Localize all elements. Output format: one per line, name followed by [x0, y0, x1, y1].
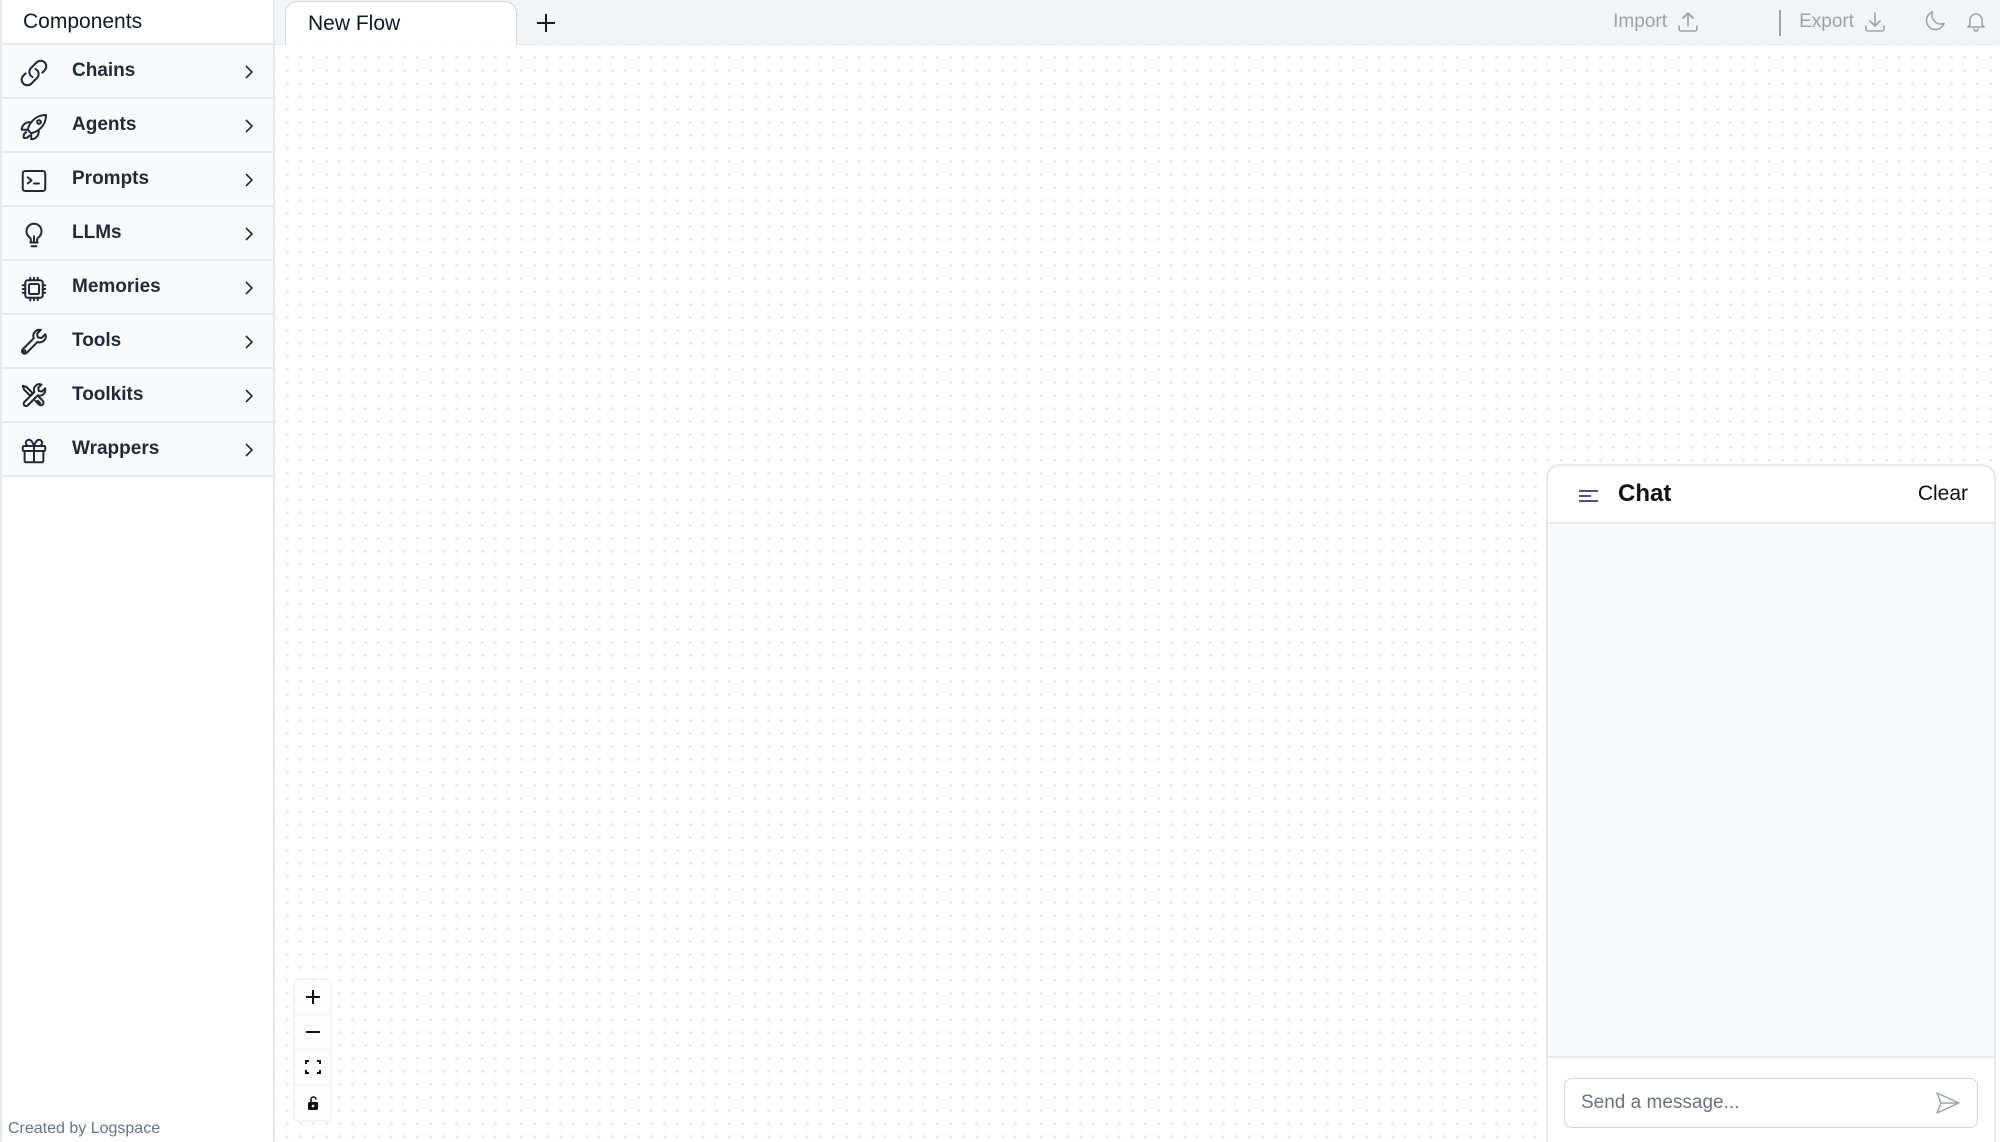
moon-icon: [1925, 11, 1945, 31]
chat-message-input[interactable]: [1564, 1078, 1978, 1128]
top-bar: New Flow Import Export: [275, 0, 2000, 45]
menu-icon[interactable]: [1578, 486, 1600, 506]
sidebar-item-prompts[interactable]: Prompts: [2, 153, 273, 207]
plus-icon: [537, 14, 555, 32]
sidebar-item-label: LLMs: [72, 222, 122, 243]
chevron-right-icon: [240, 278, 258, 298]
chat-input-area: [1564, 1078, 1978, 1128]
components-sidebar: Components Chains Agents Prompts LLMs Me…: [0, 0, 275, 1142]
chevron-right-icon: [240, 170, 258, 190]
sidebar-item-llms[interactable]: LLMs: [2, 207, 273, 261]
sidebar-item-chains[interactable]: Chains: [2, 45, 273, 99]
chevron-right-icon: [240, 116, 258, 136]
sidebar-item-label: Wrappers: [72, 438, 160, 459]
chevron-right-icon: [240, 62, 258, 82]
send-button[interactable]: [1934, 1090, 1962, 1116]
export-button[interactable]: Export: [1799, 10, 1887, 34]
cpu-chip-icon: [19, 274, 49, 304]
clear-chat-button[interactable]: Clear: [1918, 482, 1968, 506]
canvas-controls: [295, 980, 330, 1120]
chevron-right-icon: [240, 386, 258, 406]
sidebar-item-tools[interactable]: Tools: [2, 315, 273, 369]
import-label: Import: [1613, 11, 1667, 32]
export-label: Export: [1799, 11, 1854, 32]
divider: [1779, 10, 1781, 36]
chat-messages: [1548, 524, 1994, 1058]
notifications-button[interactable]: [1964, 9, 1988, 33]
theme-toggle-button[interactable]: [1923, 9, 1947, 33]
chat-title: Chat: [1618, 480, 1672, 507]
link-icon: [19, 58, 49, 88]
import-button[interactable]: Import: [1613, 10, 1700, 34]
gift-icon: [19, 436, 49, 466]
sidebar-item-wrappers[interactable]: Wrappers: [2, 423, 273, 477]
sidebar-item-agents[interactable]: Agents: [2, 99, 273, 153]
chevron-right-icon: [240, 332, 258, 352]
zoom-in-button[interactable]: [295, 980, 330, 1015]
sidebar-item-toolkits[interactable]: Toolkits: [2, 369, 273, 423]
toggle-lock-button[interactable]: [295, 1085, 330, 1120]
sidebar-title: Components: [2, 0, 273, 45]
sidebar-item-label: Agents: [72, 114, 137, 135]
terminal-icon: [19, 166, 49, 196]
chevron-right-icon: [240, 440, 258, 460]
unlock-icon: [307, 1095, 318, 1110]
add-tab-button[interactable]: [531, 8, 561, 38]
sidebar-item-label: Tools: [72, 330, 122, 351]
sidebar-item-memories[interactable]: Memories: [2, 261, 273, 315]
chat-panel: Chat Clear: [1546, 464, 1996, 1142]
fit-view-icon: [304, 1060, 321, 1074]
send-icon: [1936, 1092, 1960, 1114]
sidebar-item-label: Chains: [72, 60, 136, 81]
sidebar-item-label: Memories: [72, 276, 161, 297]
chat-header: Chat Clear: [1548, 466, 1994, 524]
fit-view-button[interactable]: [295, 1050, 330, 1085]
tab-new-flow[interactable]: New Flow: [285, 1, 517, 45]
rocket-icon: [19, 112, 49, 142]
footer-credit: Created by Logspace: [8, 1120, 161, 1137]
sidebar-item-label: Toolkits: [72, 384, 144, 405]
tab-label: New Flow: [308, 11, 401, 35]
bell-icon: [1967, 13, 1985, 32]
zoom-out-button[interactable]: [295, 1015, 330, 1050]
upload-icon: [1678, 12, 1698, 32]
download-icon: [1865, 12, 1885, 32]
chevron-right-icon: [240, 224, 258, 244]
wrench-icon: [19, 328, 49, 358]
minus-icon: [305, 1031, 320, 1033]
plus-icon: [305, 990, 320, 1004]
lightbulb-icon: [19, 220, 49, 250]
wrench-screwdriver-icon: [19, 382, 49, 412]
sidebar-item-label: Prompts: [72, 168, 150, 189]
